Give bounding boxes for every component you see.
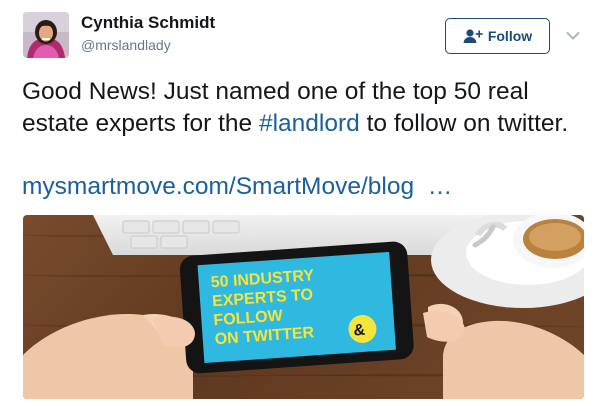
profile-photo [23, 12, 69, 58]
tweet-text: Good News! Just named one of the top 50 … [22, 76, 592, 140]
svg-text:&: & [353, 322, 366, 340]
follow-button[interactable]: Follow [445, 18, 550, 54]
author-handle[interactable]: @mrslandlady [81, 37, 171, 53]
tweet-link-ellipsis: … [427, 173, 453, 200]
add-user-icon [463, 29, 483, 43]
media-image[interactable]: 50 INDUSTRY EXPERTS TO FOLLOW ON TWITTER… [23, 215, 584, 399]
hashtag-link[interactable]: #landlord [259, 110, 360, 137]
chevron-down-icon [566, 32, 580, 40]
tweet-link[interactable]: mysmartmove.com/SmartMove/blog … [22, 173, 452, 201]
tweet-link-text[interactable]: mysmartmove.com/SmartMove/blog [22, 173, 414, 200]
follow-button-label: Follow [487, 28, 533, 44]
tweet-text-end: to follow on twitter. [359, 110, 569, 137]
avatar[interactable] [23, 12, 69, 58]
author-name[interactable]: Cynthia Schmidt [81, 13, 215, 33]
media-photo: 50 INDUSTRY EXPERTS TO FOLLOW ON TWITTER… [23, 215, 584, 399]
more-menu-button[interactable] [566, 28, 580, 46]
